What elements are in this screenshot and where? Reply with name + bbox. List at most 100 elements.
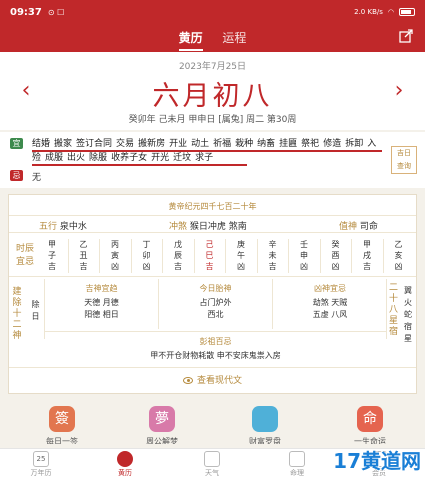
column-divider: [351, 239, 352, 273]
xiu-label: 二十八星宿: [386, 279, 400, 339]
hour-luck-row: 时辰 宜忌 甲子吉 乙丑吉 丙寅凶 丁卯凶 戊辰吉 己巳吉 庚午凶 辛未吉 壬申凶 癸酉凶 甲戌吉 乙…: [9, 237, 416, 277]
jianchu-label: 建除十二神: [12, 287, 22, 341]
lucky-day-query-button[interactable]: 吉日 查询: [391, 146, 417, 174]
hours-label: 时辰 宜忌: [15, 244, 34, 267]
chongsha-value: 猴日冲虎 煞南: [189, 222, 247, 232]
yi-item: 开业: [169, 139, 188, 149]
nav-item[interactable]: 黄历: [100, 451, 150, 478]
shortcut-item[interactable]: 夢周公解梦: [132, 406, 192, 444]
shortcut-icon: [252, 406, 278, 432]
hour-cell: 甲子吉: [48, 240, 56, 271]
shortcut-label: 周公解梦: [146, 437, 178, 444]
jianchu-value: 除日: [27, 279, 45, 339]
yi-item: 结婚: [32, 139, 51, 149]
shortcut-icon: 命: [357, 406, 383, 432]
yi-item: 搬新房: [138, 139, 166, 149]
nav-label: 万年历: [30, 469, 52, 477]
gregorian-date: 2023年7月25日: [178, 62, 247, 72]
hour-cell: 乙亥凶: [394, 240, 403, 271]
taishen-cell: 今日胎神 占门炉外 西北: [159, 279, 273, 329]
hour-cell: 甲戌吉: [363, 240, 371, 271]
info-row: 五行 泉中水 冲煞 猴日冲虎 煞南 值神 司命: [9, 215, 416, 233]
status-icons: ⊙ ☐: [47, 7, 65, 17]
tab-huangli[interactable]: 黄历: [178, 29, 203, 51]
column-divider: [67, 239, 69, 273]
yi-item: 成服: [45, 153, 64, 163]
nav-item[interactable]: 天气: [187, 451, 237, 478]
hour-cell: 丁卯凶: [142, 240, 151, 271]
column-divider: [99, 239, 100, 273]
era-title: 黄帝纪元四千七百二十年: [168, 202, 257, 211]
wuxing-value: 泉中水: [59, 222, 87, 232]
column-divider: [162, 239, 163, 273]
wuxing-label: 五行: [39, 222, 58, 232]
hour-cell: 壬申凶: [300, 240, 308, 271]
column-divider: [382, 239, 384, 273]
column-divider: [193, 239, 195, 273]
ji-tag: 忌: [10, 170, 23, 181]
hour-cell: 庚午凶: [237, 240, 245, 271]
network-speed: 2.0 KB/s: [354, 8, 383, 16]
shortcut-label: 每日一签: [46, 437, 78, 444]
shortcut-item[interactable]: 簽每日一签: [32, 406, 92, 444]
yi-item: 交易: [116, 139, 135, 149]
highlight-underline: [32, 150, 382, 152]
column-divider: [225, 239, 226, 273]
yi-item: 除服: [89, 153, 108, 163]
status-bar: 09:37 ⊙ ☐ 2.0 KB/s ◠: [0, 0, 425, 24]
wifi-icon: ◠: [387, 8, 394, 16]
status-time: 09:37: [10, 6, 42, 18]
chongsha-label: 冲煞: [169, 222, 188, 232]
hour-cell: 乙丑吉: [79, 240, 88, 271]
shortcut-icon: 夢: [149, 406, 175, 432]
next-day-chevron-icon[interactable]: ›: [391, 80, 407, 102]
yi-item: 迁坟: [173, 153, 192, 163]
view-modern-text-button[interactable]: 查看现代文: [9, 367, 416, 393]
nav-label: 命理: [290, 469, 304, 477]
xiu-value: 翼火蛇宿星: [404, 286, 412, 343]
shortcut-item[interactable]: 命一生命运: [340, 406, 400, 444]
share-icon[interactable]: [399, 29, 413, 43]
jishen-cell: 吉神宜趋 天德 月德 阳德 相日: [45, 279, 159, 329]
nav-icon: [204, 451, 220, 467]
xiongshen-cell: 凶神宜忌 劫煞 天贼 五虚 八风: [312, 284, 348, 319]
hour-cell: 己巳吉: [205, 240, 214, 271]
yi-ji-panel: 宜 结婚 搬家 签订合同 交易 搬新房 开业 动土 祈福 栽种 纳畜 挂匾 祭祀 修造 拆卸 入殓 成服 出火除…: [0, 132, 425, 188]
watermark-logo: 17黄道网: [333, 449, 421, 473]
yi-tag: 宜: [10, 138, 23, 149]
battery-icon: [399, 8, 415, 16]
nav-item[interactable]: 命理: [272, 451, 322, 478]
column-divider: [256, 239, 258, 273]
nav-label: 天气: [205, 469, 219, 477]
yi-item: 求子: [195, 153, 214, 163]
shortcut-icon: 簽: [49, 406, 75, 432]
yi-item: 签订合同: [76, 139, 113, 149]
yi-item: 动土: [191, 139, 210, 149]
shortcut-label: 一生命运: [354, 437, 386, 444]
hour-cell: 丙寅凶: [111, 240, 119, 271]
yi-item: 出火: [67, 153, 86, 163]
ganzhi-line: 癸卯年 己未月 甲申日 [属兔] 周二 第30周: [128, 115, 297, 125]
shortcut-row: 簽每日一签夢周公解梦 财富罗盘命一生命运: [0, 400, 425, 448]
tab-yuncheng[interactable]: 运程: [222, 29, 246, 49]
nav-label: 黄历: [118, 469, 132, 477]
column-divider: [288, 239, 289, 273]
yi-item: 拆卸: [345, 139, 364, 149]
gods-section: 建除十二神 除日 吉神宜趋 天德 月德 阳德 相日 今日胎神 占门炉外 西北 凶…: [9, 279, 416, 369]
yi-item: 修造: [323, 139, 342, 149]
yi-item: 祭祀: [301, 139, 320, 149]
nav-item[interactable]: 25 万年历: [16, 451, 66, 478]
top-tabs: 黄历 运程: [0, 29, 425, 51]
shortcut-item[interactable]: 财富罗盘: [235, 406, 295, 444]
yi-item: 开光: [151, 153, 170, 163]
zhishen-value: 司命: [359, 222, 378, 232]
column-divider: [319, 239, 321, 273]
hour-cell: 癸酉凶: [331, 240, 340, 271]
shortcut-label: 财富罗盘: [249, 437, 281, 444]
highlight-underline: [32, 164, 247, 166]
almanac-table: 黄帝纪元四千七百二十年 五行 泉中水 冲煞 猴日冲虎 煞南 值神 司命 时辰 宜…: [8, 194, 417, 394]
yi-item: 祈福: [213, 139, 232, 149]
nav-icon: [289, 451, 305, 467]
zhishen-label: 值神: [339, 222, 358, 232]
yi-item: 栽种: [235, 139, 254, 149]
